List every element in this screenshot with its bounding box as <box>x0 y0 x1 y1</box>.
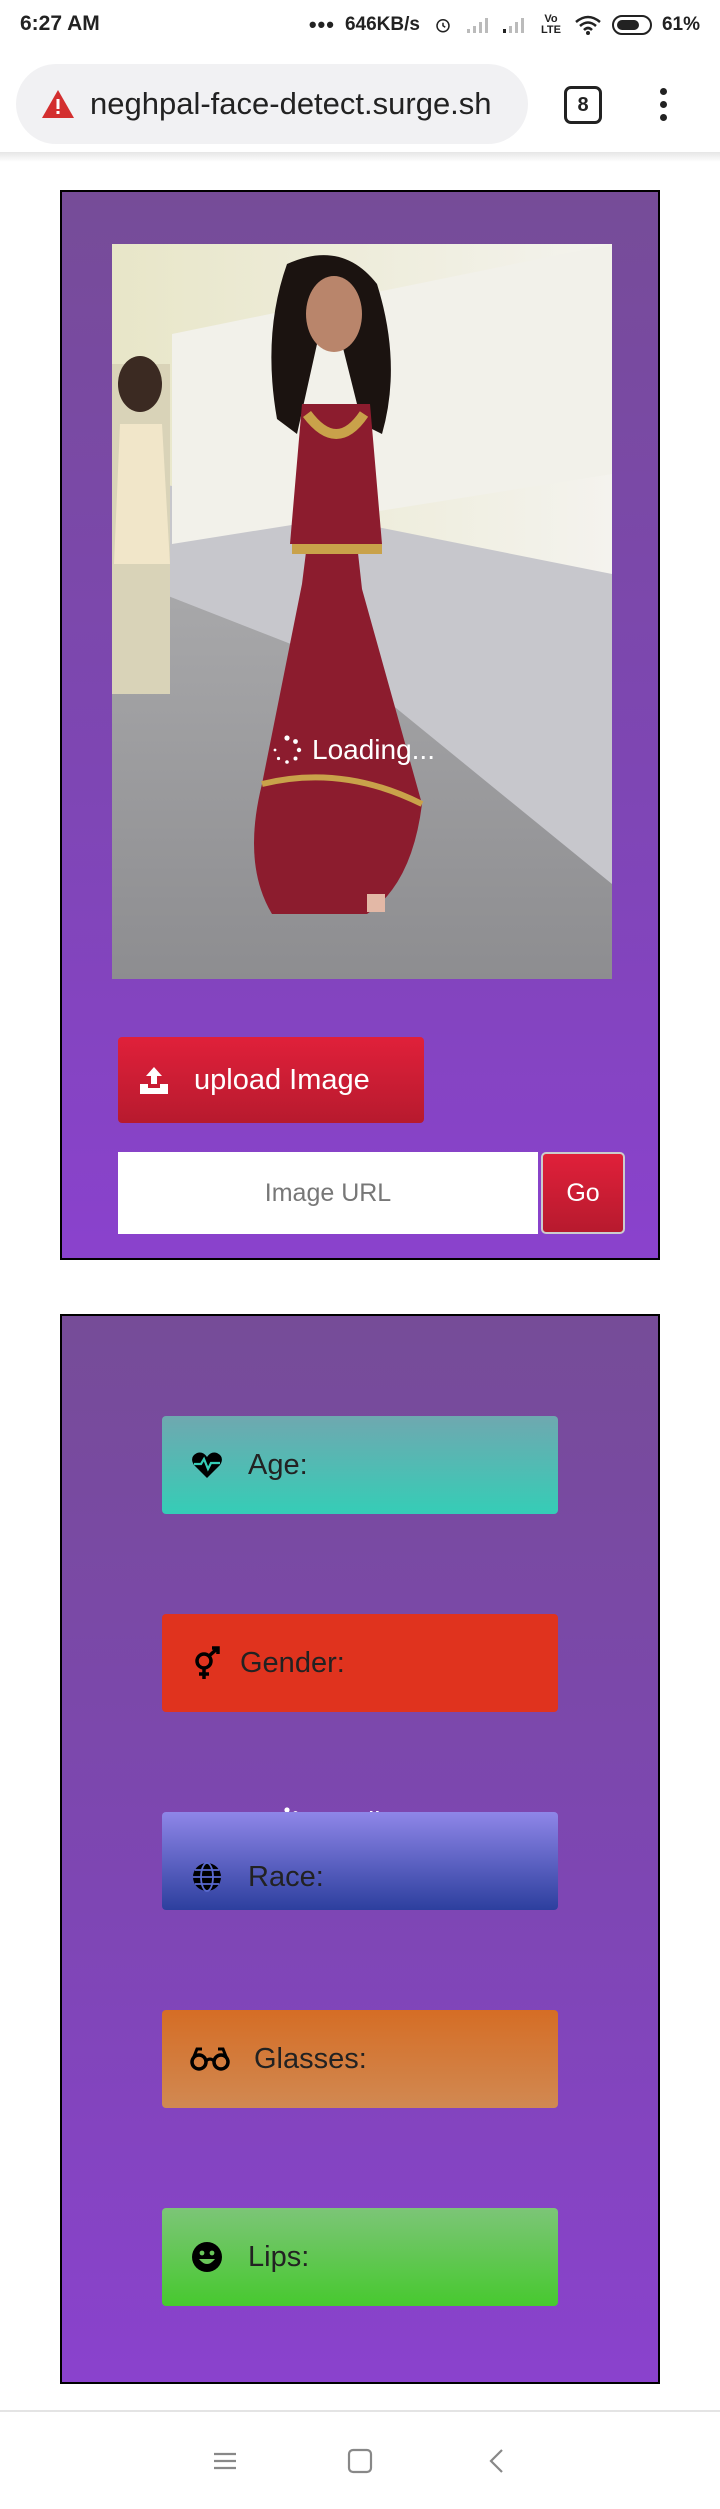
go-button[interactable]: Go <box>541 1152 625 1234</box>
overflow-menu-icon[interactable] <box>648 84 678 128</box>
glasses-icon <box>190 2042 230 2076</box>
more-notifications-icon: ••• <box>308 12 335 37</box>
age-label: Age: <box>248 1448 308 1481</box>
home-icon[interactable] <box>347 2448 373 2474</box>
gender-label: Gender: <box>240 1646 345 1679</box>
lips-label: Lips: <box>248 2240 310 2273</box>
results-panel: Age: Gender: Loading... Race: Glasses: L… <box>60 1314 660 2384</box>
upload-image-label: upload Image <box>194 1063 370 1096</box>
tab-switcher-button[interactable]: 8 <box>564 86 602 124</box>
warning-triangle-icon[interactable] <box>40 88 76 120</box>
status-bar: 6:27 AM ••• 646KB/s Vo LTE 61% <box>0 0 720 50</box>
lips-result: Lips: <box>162 2208 558 2306</box>
volte-label: Vo LTE <box>540 13 561 36</box>
heartbeat-icon <box>190 1448 224 1482</box>
glasses-label: Glasses: <box>254 2042 367 2075</box>
age-result: Age: <box>162 1416 558 1514</box>
signal-1-icon <box>466 18 488 33</box>
toolbar-shadow <box>0 152 720 162</box>
uploaded-photo: Loading... <box>112 244 612 979</box>
back-icon[interactable] <box>487 2448 507 2474</box>
upload-icon <box>140 1067 168 1094</box>
system-navigation-bar <box>0 2410 720 2509</box>
status-icons: ••• 646KB/s Vo LTE 61% <box>309 12 700 38</box>
battery-icon <box>611 15 652 35</box>
alarm-icon <box>436 19 450 33</box>
network-speed: 646KB/s <box>344 14 420 35</box>
globe-icon <box>190 1860 224 1894</box>
image-url-input[interactable] <box>118 1152 538 1234</box>
recent-apps-icon[interactable] <box>212 2448 238 2474</box>
address-bar[interactable]: neghpal-face-detect.surge.sh <box>16 64 528 144</box>
loading-text: Loading... <box>312 734 435 765</box>
photo-loading-indicator: Loading... <box>272 734 435 766</box>
photo-image <box>112 244 612 979</box>
battery-percent: 61% <box>661 14 700 35</box>
glasses-result: Glasses: <box>162 2010 558 2108</box>
status-time: 6:27 AM <box>20 12 100 35</box>
race-label: Race: <box>248 1861 324 1893</box>
smile-icon <box>190 2240 224 2274</box>
upload-image-button[interactable]: upload Image <box>118 1037 424 1123</box>
wifi-icon <box>575 15 601 35</box>
race-result: Race: <box>162 1812 558 1910</box>
gender-icon <box>190 1646 224 1680</box>
gender-result: Gender: <box>162 1614 558 1712</box>
image-panel: Loading... upload Image Go <box>60 190 660 1260</box>
spinner-icon <box>273 735 302 764</box>
signal-2-icon <box>502 18 524 33</box>
browser-toolbar: neghpal-face-detect.surge.sh 8 <box>0 56 720 152</box>
url-text[interactable]: neghpal-face-detect.surge.sh <box>90 86 510 122</box>
